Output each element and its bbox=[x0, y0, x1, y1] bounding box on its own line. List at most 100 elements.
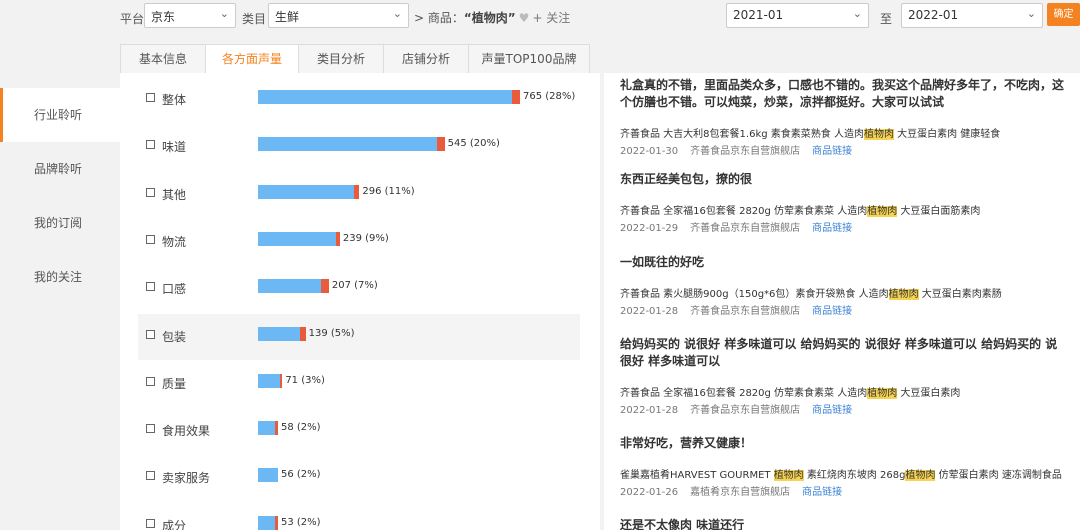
negative-segment bbox=[335, 231, 340, 246]
sidebar-item-industry-listening[interactable]: 行业聆听 bbox=[0, 88, 120, 142]
product-link[interactable]: 商品链接 bbox=[812, 405, 852, 416]
review-date: 2022-01-29 bbox=[620, 223, 679, 234]
review-item: 给妈妈买的 说很好 样多味道可以 给妈妈买的 说很好 样多味道可以 给妈妈买的 … bbox=[620, 336, 1064, 416]
aspect-bar[interactable] bbox=[258, 515, 278, 530]
product-title-part: 齐善食品 素火腿肠900g（150g*6包）素食开袋熟食 人造肉 bbox=[620, 289, 889, 300]
review-date: 2022-01-26 bbox=[620, 487, 679, 498]
aspect-checkbox[interactable] bbox=[146, 93, 155, 102]
tab-aspect-volume[interactable]: 各方面声量 bbox=[205, 44, 299, 73]
aspect-checkbox[interactable] bbox=[146, 376, 155, 386]
aspect-label: 整体 bbox=[162, 93, 187, 107]
aspect-value-label: 139 (5%) bbox=[308, 327, 355, 339]
review-text: 东西正经美包包，撩的很 bbox=[620, 172, 753, 186]
aspect-value-label: 207 (7%) bbox=[331, 280, 378, 292]
review-meta: 2022-01-29 齐善食品京东自营旗舰店 商品链接 bbox=[620, 219, 1064, 234]
keyword-highlight: 植物肉 bbox=[773, 470, 804, 481]
review-text: 礼盒真的不错，里面品类众多，口感也不错的。我买这个品牌好多年了，不吃肉，这个仿膳… bbox=[620, 78, 1065, 109]
date-to-value: 2022-01 bbox=[908, 8, 959, 22]
aspect-row[interactable]: 其他 296 (11%) bbox=[138, 172, 580, 218]
aspect-row[interactable]: 质量 71 (3%) bbox=[138, 361, 580, 407]
aspect-bar[interactable] bbox=[258, 90, 520, 104]
sidebar: 行业聆听 品牌聆听 我的订阅 我的关注 bbox=[0, 88, 120, 304]
tab-category-analysis[interactable]: 类目分析 bbox=[298, 44, 384, 73]
review-item: 礼盒真的不错，里面品类众多，口感也不错的。我买这个品牌好多年了，不吃肉，这个仿膳… bbox=[620, 77, 1064, 157]
aspect-row[interactable]: 食用效果 58 (2%) bbox=[138, 408, 580, 454]
negative-segment bbox=[275, 515, 278, 530]
chevron-down-icon: ⌄ bbox=[219, 7, 229, 20]
review-shop: 齐善食品京东自营旗舰店 bbox=[690, 306, 801, 317]
aspect-checkbox[interactable] bbox=[146, 140, 155, 150]
keyword-highlight: 植物肉 bbox=[863, 129, 894, 140]
review-product-title: 齐善食品 全家福16包套餐 2820g 仿荤素食素菜 人造肉植物肉 大豆蛋白素肉 bbox=[620, 384, 1064, 399]
product-link[interactable]: 商品链接 bbox=[802, 487, 842, 498]
aspect-row[interactable]: 物流 239 (9%) bbox=[138, 219, 580, 265]
aspect-bar[interactable] bbox=[258, 468, 278, 483]
follow-button[interactable]: + 关注 bbox=[532, 11, 570, 25]
date-from-select[interactable]: 2021-01 ⌄ bbox=[726, 3, 869, 28]
platform-label: 平台 bbox=[120, 12, 145, 26]
aspect-checkbox[interactable] bbox=[146, 282, 155, 292]
aspect-bar[interactable] bbox=[258, 421, 278, 436]
heart-icon[interactable]: ♥ bbox=[519, 11, 530, 25]
chevron-down-icon: ⌄ bbox=[392, 7, 402, 20]
review-item: 东西正经美包包，撩的很 齐善食品 全家福16包套餐 2820g 仿荤素食素菜 人造… bbox=[620, 171, 1064, 234]
aspect-bar[interactable] bbox=[258, 326, 306, 341]
aspect-bar[interactable] bbox=[258, 279, 329, 294]
review-date: 2022-01-28 bbox=[620, 405, 679, 416]
aspect-bar[interactable] bbox=[258, 184, 360, 199]
aspect-checkbox[interactable] bbox=[146, 424, 155, 434]
aspect-row[interactable]: 成分 53 (2%) bbox=[138, 503, 580, 530]
product-breadcrumb: > 商品：“植物肉” ♥ + 关注 bbox=[414, 9, 570, 26]
product-title-part: 齐善食品 全家福16包套餐 2820g 仿荤素食素菜 人造肉 bbox=[620, 388, 868, 399]
aspect-row[interactable]: 味道 545 (20%) bbox=[138, 124, 580, 170]
aspect-label: 口感 bbox=[162, 282, 187, 297]
aspect-label: 味道 bbox=[162, 140, 187, 155]
negative-segment bbox=[354, 184, 360, 199]
aspect-row[interactable]: 口感 207 (7%) bbox=[138, 266, 580, 312]
review-product-title: 雀巢嘉植肴HARVEST GOURMET 植物肉 素红烧肉东坡肉 268g植物肉… bbox=[620, 466, 1064, 481]
product-link[interactable]: 商品链接 bbox=[812, 223, 852, 234]
review-meta: 2022-01-28 齐善食品京东自营旗舰店 商品链接 bbox=[620, 401, 1064, 416]
product-title-part: 素红烧肉东坡肉 268g bbox=[803, 470, 906, 481]
sidebar-item-my-subscriptions[interactable]: 我的订阅 bbox=[0, 196, 120, 250]
tab-basic-info[interactable]: 基本信息 bbox=[120, 44, 206, 73]
confirm-button[interactable]: 确定 bbox=[1047, 3, 1080, 26]
review-date: 2022-01-28 bbox=[620, 306, 679, 317]
review-date: 2022-01-30 bbox=[620, 146, 679, 157]
aspect-bar[interactable] bbox=[258, 231, 340, 246]
aspect-checkbox[interactable] bbox=[146, 471, 155, 481]
platform-select[interactable]: 京东 ⌄ bbox=[144, 3, 236, 28]
aspect-checkbox[interactable] bbox=[146, 187, 155, 197]
aspect-checkbox[interactable] bbox=[146, 329, 155, 339]
product-title-part: 仿荤蛋白素肉 速冻调制食品 bbox=[935, 470, 1062, 481]
review-text: 非常好吃，营养又健康！ bbox=[620, 436, 753, 450]
filter-bar: 平台 京东 ⌄ 类目 生鲜 ⌄ > 商品：“植物肉” ♥ + 关注 2021-01 … bbox=[0, 0, 1080, 44]
tab-shop-analysis[interactable]: 店铺分析 bbox=[383, 44, 469, 73]
aspect-label: 食用效果 bbox=[162, 424, 211, 439]
category-value: 生鲜 bbox=[275, 10, 300, 24]
negative-segment bbox=[436, 137, 445, 152]
aspect-row[interactable]: 包装 139 (5%) bbox=[138, 313, 580, 360]
aspect-checkbox[interactable] bbox=[146, 234, 155, 244]
keyword-highlight: 植物肉 bbox=[867, 388, 898, 399]
tab-top100-brands[interactable]: 声量TOP100品牌 bbox=[468, 44, 590, 73]
category-select[interactable]: 生鲜 ⌄ bbox=[268, 3, 409, 28]
aspect-row[interactable]: 卖家服务 56 (2%) bbox=[138, 455, 580, 501]
review-text: 给妈妈买的 说很好 样多味道可以 给妈妈买的 说很好 样多味道可以 给妈妈买的 … bbox=[620, 337, 1058, 368]
sidebar-item-my-follows[interactable]: 我的关注 bbox=[0, 250, 120, 304]
aspect-bar[interactable] bbox=[258, 373, 283, 388]
product-link[interactable]: 商品链接 bbox=[812, 306, 852, 317]
aspect-row[interactable]: 整体 765 (28%) bbox=[138, 77, 580, 123]
review-item: 还是不太像肉 味道还行 bbox=[620, 517, 1064, 530]
date-to-select[interactable]: 2022-01 ⌄ bbox=[901, 3, 1043, 28]
negative-segment bbox=[300, 326, 306, 341]
date-to-label: 至 bbox=[880, 12, 893, 26]
sidebar-item-brand-listening[interactable]: 品牌聆听 bbox=[0, 142, 120, 196]
product-title-part: 大豆蛋白素肉素肠 bbox=[918, 289, 1002, 300]
aspect-bar[interactable] bbox=[258, 137, 445, 152]
aspect-value-label: 545 (20%) bbox=[447, 138, 500, 150]
product-link[interactable]: 商品链接 bbox=[812, 146, 852, 157]
review-meta: 2022-01-28 齐善食品京东自营旗舰店 商品链接 bbox=[620, 302, 1064, 317]
review-shop: 齐善食品京东自营旗舰店 bbox=[690, 223, 801, 234]
aspect-checkbox[interactable] bbox=[146, 518, 155, 528]
